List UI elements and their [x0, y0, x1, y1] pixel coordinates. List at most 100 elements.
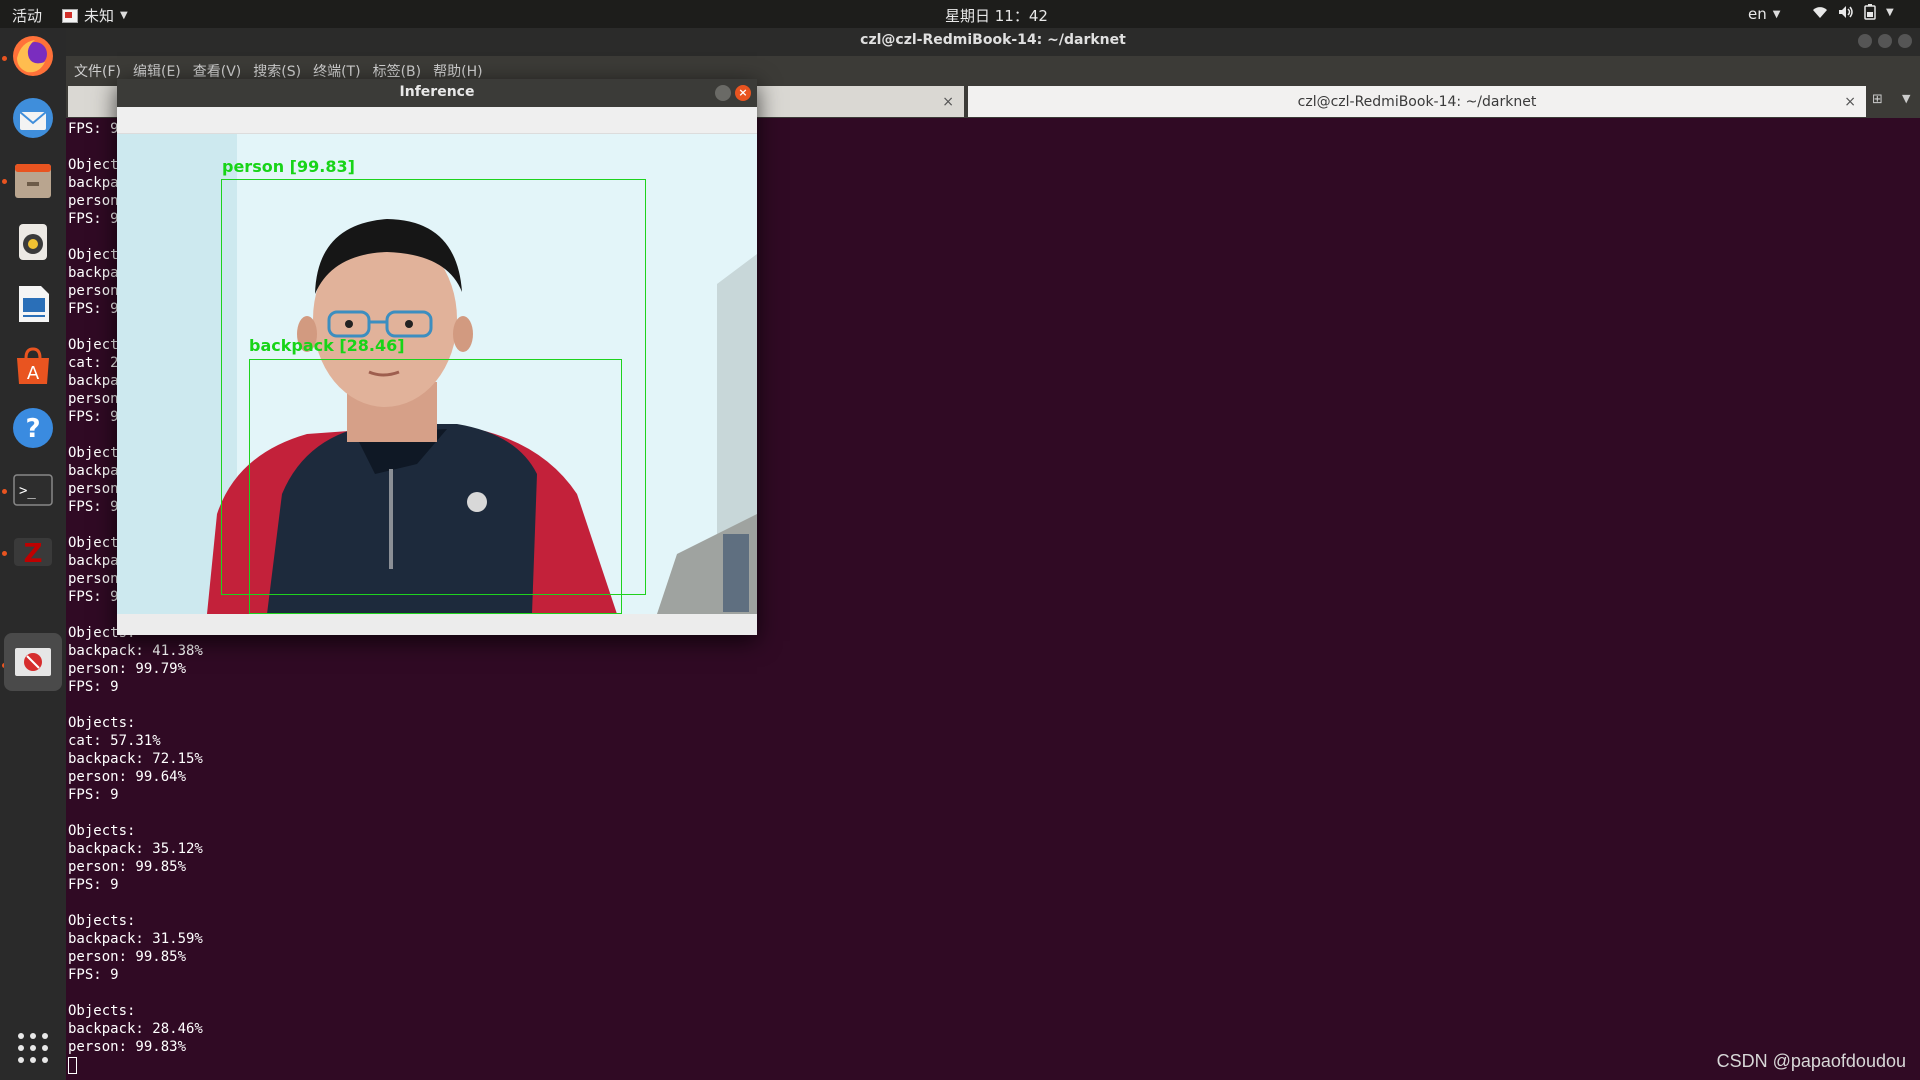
terminal-line: person: 99.79%: [68, 661, 187, 677]
rhythmbox-icon: [19, 224, 47, 260]
terminal-line: person: 99.85%: [68, 949, 187, 965]
minimize-button[interactable]: [715, 85, 731, 101]
help-icon: ?: [13, 408, 53, 448]
svg-text:?: ?: [25, 414, 40, 444]
writer-icon: [19, 286, 49, 322]
inference-toolbar: [117, 107, 757, 134]
app-menu[interactable]: 未知 ▼: [62, 5, 128, 26]
rhythmbox-launcher[interactable]: [9, 218, 57, 266]
chevron-down-icon[interactable]: ▼: [1902, 92, 1910, 105]
help-launcher[interactable]: ?: [9, 404, 57, 452]
menu-edit[interactable]: 编辑(E): [133, 61, 181, 81]
menu-search[interactable]: 搜索(S): [253, 61, 301, 81]
chevron-down-icon: ▼: [120, 10, 128, 21]
inference-title: Inference: [399, 84, 475, 100]
dock: A ? >_ Z: [0, 28, 66, 1080]
volume-icon: [1839, 6, 1853, 18]
terminal-line: cat: 57.31%: [68, 733, 161, 749]
chevron-down-icon: ▼: [1886, 6, 1894, 18]
terminal-line: person: 99.85%: [68, 859, 187, 875]
running-indicator: [2, 56, 7, 61]
thunderbird-launcher[interactable]: [9, 94, 57, 142]
tab-label: czl@czl-RedmiBook-14: ~/darknet: [1297, 93, 1537, 110]
firefox-launcher[interactable]: [9, 32, 57, 80]
terminal-tab-active[interactable]: czl@czl-RedmiBook-14: ~/darknet ×: [968, 86, 1866, 117]
svg-text:Z: Z: [24, 539, 43, 569]
input-method-menu[interactable]: en ▼: [1748, 5, 1780, 23]
maximize-button[interactable]: [1878, 34, 1892, 48]
close-button[interactable]: [1898, 34, 1912, 48]
inference-statusbar: [117, 614, 757, 635]
clock[interactable]: 星期日 11：42: [945, 5, 1048, 26]
terminal-line: person: 99.83%: [68, 1039, 187, 1055]
terminal-line: FPS: 9: [68, 967, 119, 983]
terminal-line: backpack: 72.15%: [68, 751, 203, 767]
menu-help[interactable]: 帮助(H): [433, 61, 482, 81]
battery-icon: [1864, 4, 1876, 20]
top-panel: 活动 未知 ▼ 星期日 11：42 en ▼ ▼: [0, 0, 1920, 28]
running-indicator: [2, 551, 7, 556]
close-icon[interactable]: ×: [1844, 94, 1856, 110]
terminal-line: FPS: 9: [68, 679, 119, 695]
files-launcher[interactable]: [9, 156, 57, 204]
terminal-line: backpack: 35.12%: [68, 841, 203, 857]
terminal-line: backpack: 28.46%: [68, 1021, 203, 1037]
menu-tabs[interactable]: 标签(B): [373, 61, 422, 81]
terminal-line: FPS: 9: [68, 877, 119, 893]
close-button[interactable]: ×: [735, 85, 751, 101]
inference-launcher[interactable]: [4, 633, 62, 691]
svg-text:A: A: [27, 363, 40, 384]
terminal-icon: >_: [13, 474, 53, 506]
terminal-cursor: [68, 1056, 203, 1074]
inference-app-icon: [15, 648, 51, 676]
terminal-line: Objects:: [68, 1003, 136, 1019]
menu-view[interactable]: 查看(V): [193, 61, 242, 81]
wifi-icon: [1813, 7, 1827, 18]
chevron-down-icon: ▼: [1772, 8, 1781, 20]
backpack-detection-box: [249, 359, 622, 614]
running-indicator: [2, 489, 7, 494]
running-indicator: [2, 179, 7, 184]
filezilla-icon: Z: [14, 538, 52, 569]
inference-titlebar[interactable]: Inference ×: [117, 79, 757, 107]
window-controls: [1858, 34, 1912, 48]
terminal-line: Objects:: [68, 823, 136, 839]
terminal-launcher[interactable]: >_: [9, 466, 57, 514]
filezilla-launcher[interactable]: Z: [9, 528, 57, 576]
new-tab-icon[interactable]: ⊞: [1872, 92, 1892, 112]
firefox-icon: [13, 36, 53, 76]
app-menu-icon: [62, 8, 78, 23]
inference-window[interactable]: Inference × person [99.83] backpack [28.…: [117, 79, 757, 635]
window-title: czl@czl-RedmiBook-14: ~/darknet: [860, 32, 1126, 48]
terminal-line: FPS: 9: [68, 787, 119, 803]
camera-frame: person [99.83] backpack [28.46]: [117, 134, 757, 614]
thunderbird-icon: [13, 98, 53, 138]
system-tray[interactable]: ▼: [1812, 4, 1894, 20]
minimize-button[interactable]: [1858, 34, 1872, 48]
close-icon[interactable]: ×: [942, 94, 954, 110]
app-grid-icon: [18, 1033, 48, 1063]
software-center-icon: A: [17, 347, 49, 384]
terminal-line: Objects:: [68, 715, 136, 731]
person-detection-label: person [99.83]: [222, 157, 355, 176]
terminal-line: Objects:: [68, 913, 136, 929]
app-menu-label: 未知: [84, 7, 115, 25]
terminal-line: backpack: 41.38%: [68, 643, 203, 659]
terminal-line: person: 99.64%: [68, 769, 187, 785]
backpack-detection-label: backpack [28.46]: [249, 336, 405, 355]
menu-file[interactable]: 文件(F): [74, 61, 121, 81]
terminal-line: backpack: 31.59%: [68, 931, 203, 947]
input-method-label: en: [1748, 5, 1767, 23]
software-center-launcher[interactable]: A: [9, 342, 57, 390]
writer-launcher[interactable]: [9, 280, 57, 328]
terminal-titlebar[interactable]: czl@czl-RedmiBook-14: ~/darknet: [66, 28, 1920, 56]
menu-terminal[interactable]: 终端(T): [313, 61, 360, 81]
files-icon: [15, 164, 51, 198]
svg-text:>_: >_: [19, 483, 36, 499]
activities-button[interactable]: 活动: [12, 5, 42, 26]
show-applications-button[interactable]: [9, 1024, 57, 1072]
